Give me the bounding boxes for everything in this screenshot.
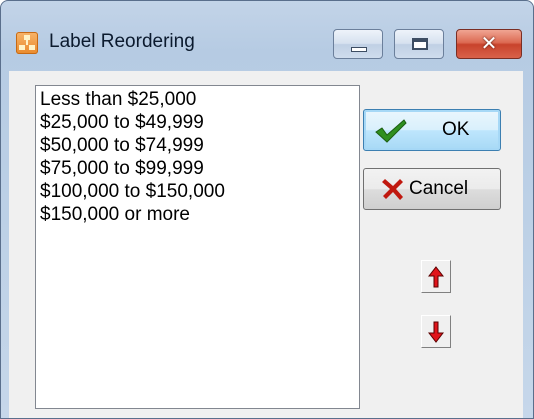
minimize-button[interactable] <box>333 29 383 59</box>
list-item[interactable]: $100,000 to $150,000 <box>40 180 359 203</box>
maximize-icon <box>412 38 428 50</box>
move-down-button[interactable] <box>421 315 451 348</box>
cancel-button-label: Cancel <box>409 178 469 199</box>
minimize-icon <box>351 47 367 52</box>
move-up-button[interactable] <box>421 260 451 293</box>
close-button[interactable]: ✕ <box>456 29 522 59</box>
app-hierarchy-icon <box>16 32 38 54</box>
label-reordering-dialog: Label Reordering ✕ Less than $25,000 $25… <box>0 0 534 419</box>
list-item[interactable]: $75,000 to $99,999 <box>40 157 359 180</box>
list-item[interactable]: $25,000 to $49,999 <box>40 111 359 134</box>
close-icon: ✕ <box>480 31 498 55</box>
list-item[interactable]: $50,000 to $74,999 <box>40 134 359 157</box>
ok-button[interactable]: OK <box>363 109 501 151</box>
maximize-button[interactable] <box>394 29 444 59</box>
x-mark-icon <box>382 177 404 207</box>
dialog-client-area: Less than $25,000 $25,000 to $49,999 $50… <box>9 71 523 418</box>
cancel-button[interactable]: Cancel <box>363 168 501 210</box>
list-item[interactable]: Less than $25,000 <box>40 88 359 111</box>
checkmark-icon <box>374 118 408 150</box>
ok-button-label: OK <box>442 119 470 140</box>
labels-listbox[interactable]: Less than $25,000 $25,000 to $49,999 $50… <box>35 85 360 409</box>
title-bar[interactable]: Label Reordering ✕ <box>1 1 533 71</box>
list-item[interactable]: $150,000 or more <box>40 203 359 226</box>
window-title: Label Reordering <box>49 31 195 52</box>
